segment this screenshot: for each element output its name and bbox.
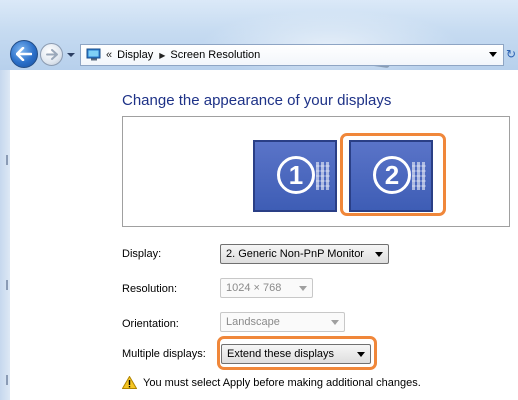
navigation-bar: « Display ▶ Screen Resolution ↻ [0,0,518,70]
display-arrangement-preview[interactable]: 1 2 [122,116,510,227]
border-tick [6,155,8,165]
multiple-displays-highlight [217,336,377,370]
orientation-select-value: Landscape [226,316,280,328]
apply-warning: You must select Apply before making addi… [122,376,421,389]
recent-pages-dropdown-icon[interactable] [66,50,76,60]
display-select-value: 2. Generic Non-PnP Monitor [226,248,364,260]
breadcrumb-display[interactable]: Display [117,49,153,61]
warning-text: You must select Apply before making addi… [143,376,421,389]
left-window-border [0,70,10,400]
display-select[interactable]: 2. Generic Non-PnP Monitor [220,244,389,264]
breadcrumb-separator-icon[interactable]: ▶ [159,51,165,60]
chevron-down-icon [299,286,307,291]
border-tick [6,280,8,290]
resolution-label: Resolution: [122,283,178,295]
chevron-down-icon [375,252,383,257]
border-tick [6,375,8,385]
page-title: Change the appearance of your displays [122,92,392,109]
selected-monitor-highlight [340,133,446,216]
address-bar[interactable]: « Display ▶ Screen Resolution [80,44,504,66]
address-dropdown-icon[interactable] [489,52,497,58]
back-arrow-icon [16,47,32,61]
monitor-1-tile[interactable]: 1 [253,140,337,212]
breadcrumb-screen-resolution[interactable]: Screen Resolution [170,49,260,61]
refresh-icon[interactable]: ↻ [506,47,516,61]
monitor-grid-icon [316,162,330,190]
forward-arrow-icon [46,49,58,60]
display-label: Display: [122,248,162,260]
breadcrumb-overflow-icon[interactable]: « [106,49,112,61]
chevron-down-icon [331,320,339,325]
back-button[interactable] [10,40,38,68]
monitor-number: 1 [277,156,315,194]
orientation-select[interactable]: Landscape [220,312,345,332]
display-control-panel-icon [86,48,101,61]
forward-button[interactable] [40,43,63,66]
resolution-select-value: 1024 × 768 [226,282,282,294]
orientation-label: Orientation: [122,318,179,330]
multiple-displays-label: Multiple displays: [122,348,206,360]
warning-icon [122,376,137,389]
resolution-select[interactable]: 1024 × 768 [220,278,313,298]
